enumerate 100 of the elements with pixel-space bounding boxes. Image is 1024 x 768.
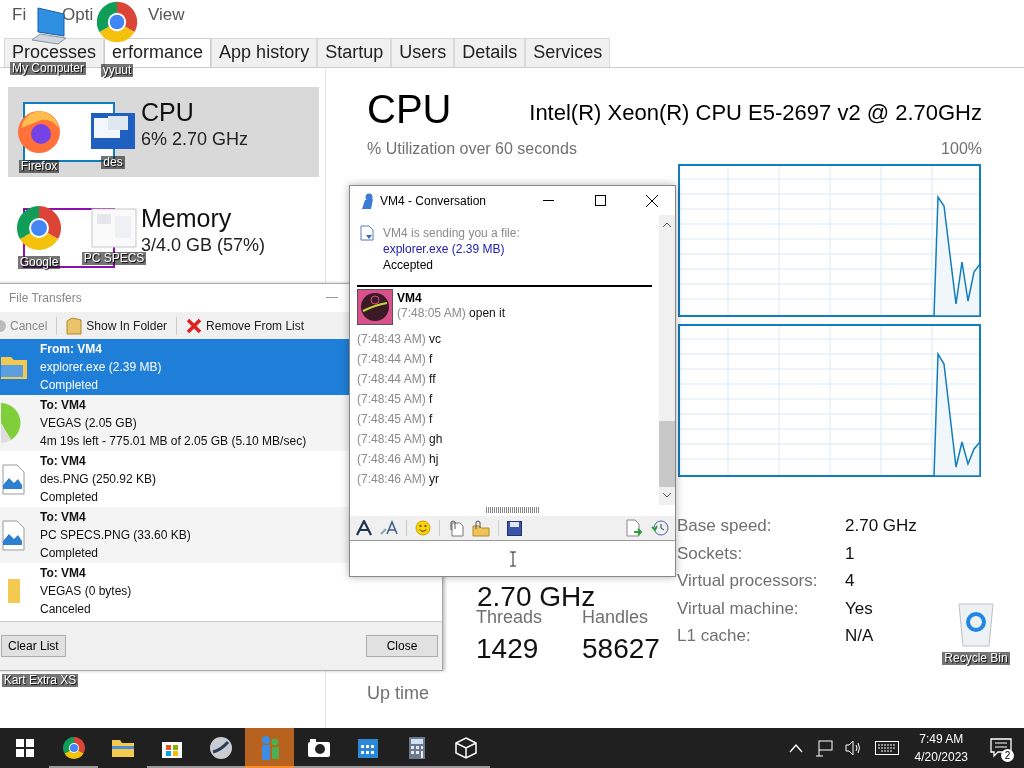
notification-icon[interactable] bbox=[990, 738, 1012, 758]
image-file-icon bbox=[1, 463, 27, 495]
transfer-item[interactable]: To: VM4 VEGAS (2.05 GB) 4m 19s left - 775.01 MB of 2.05 GB (5.10 MB/sec) bbox=[0, 395, 349, 451]
file-notice: VM4 is sending you a file: bbox=[383, 225, 520, 241]
cube-icon bbox=[453, 736, 478, 760]
firefox-icon[interactable] bbox=[15, 108, 63, 156]
transfer-direction: To: VM4 bbox=[40, 509, 87, 525]
paperclip-folder-icon[interactable] bbox=[472, 519, 490, 537]
file-icon bbox=[360, 225, 374, 241]
notification-count: 2 bbox=[1001, 749, 1014, 762]
chat-message: (7:48:45 AM) f bbox=[357, 391, 434, 408]
chat-message: (7:48:46 AM) hj bbox=[357, 451, 440, 468]
transfer-status: 4m 19s left - 775.01 MB of 2.05 GB (5.10 MB/sec) bbox=[40, 433, 307, 449]
history-clock-icon[interactable] bbox=[651, 519, 669, 537]
send-document-icon[interactable] bbox=[625, 519, 643, 537]
maximize-icon bbox=[594, 195, 606, 206]
processor-model: Intel(R) Xeon(R) CPU E5-2697 v2 @ 2.70GHz bbox=[529, 100, 982, 127]
smiley-icon[interactable] bbox=[415, 520, 431, 536]
menu-item[interactable]: View bbox=[148, 5, 185, 25]
toolbar-button[interactable]: Show In Folder bbox=[63, 314, 171, 337]
scrollbar[interactable] bbox=[659, 215, 675, 505]
file-link[interactable]: explorer.exe (2.39 MB) bbox=[383, 241, 520, 257]
show-hidden-icons-icon[interactable] bbox=[788, 743, 803, 753]
spec-value: 2.70 GHz bbox=[845, 515, 917, 537]
spec-value: 4 bbox=[845, 570, 856, 592]
desktop-icon-label[interactable]: yyuut bbox=[100, 64, 134, 77]
font-icon[interactable] bbox=[356, 520, 372, 536]
transfer-item[interactable]: From: VM4 explorer.exe (2.39 MB) Completed bbox=[0, 339, 349, 395]
menu-item[interactable]: Opti bbox=[62, 5, 94, 25]
file-name: explorer.exe (2.39 MB) bbox=[40, 359, 162, 375]
paperclip-document-icon[interactable] bbox=[448, 519, 464, 537]
resource-title: CPU bbox=[367, 86, 452, 132]
tab[interactable]: erformance bbox=[104, 38, 212, 67]
file-name: PC SPECS.PNG (33.60 KB) bbox=[40, 527, 191, 543]
dialog-button[interactable]: Close bbox=[366, 635, 438, 657]
chrome-icon[interactable] bbox=[95, 0, 139, 44]
folder-icon bbox=[66, 316, 83, 335]
tab[interactable]: Startup bbox=[317, 38, 392, 67]
resource-item[interactable]: CPU 6% 2.70 GHz bbox=[141, 98, 249, 162]
spec-label: L1 cache: bbox=[677, 625, 752, 647]
clock[interactable]: 7:49 AM 4/20/2023 bbox=[904, 728, 978, 768]
window-title: File Transfers bbox=[9, 291, 82, 305]
toolbar-button[interactable]: Remove From List bbox=[183, 315, 308, 336]
screenshot-thumbnail-icon[interactable] bbox=[90, 112, 136, 152]
chat-message: (7:48:43 AM) vc bbox=[357, 331, 443, 348]
graph-max-label: 100% bbox=[941, 140, 982, 158]
scrollbar-thumb[interactable] bbox=[659, 421, 675, 487]
tab[interactable]: App history bbox=[211, 38, 318, 67]
transfer-direction: To: VM4 bbox=[40, 565, 87, 581]
windows-logo-icon bbox=[15, 739, 34, 757]
spec-value: 1 bbox=[845, 542, 856, 565]
document-thumbnail-icon[interactable] bbox=[91, 208, 137, 248]
text-cursor-icon bbox=[508, 550, 517, 567]
resource-name: CPU bbox=[141, 98, 195, 127]
tab[interactable]: Users bbox=[391, 38, 455, 67]
cancel-icon bbox=[0, 318, 6, 333]
transfer-direction: To: VM4 bbox=[40, 397, 87, 413]
uptime-label: Up time bbox=[367, 683, 430, 704]
transfer-direction: To: VM4 bbox=[40, 453, 87, 469]
transfer-status: Canceled bbox=[40, 601, 92, 617]
chat-message: (7:48:44 AM) ff bbox=[357, 371, 437, 388]
transfer-status: Completed bbox=[40, 489, 100, 505]
desktop-icon-label[interactable]: Kart Extra XS bbox=[1, 674, 79, 687]
scroll-up-icon bbox=[662, 221, 672, 229]
tab[interactable]: Services bbox=[525, 38, 611, 67]
chat-message: (7:48:44 AM) f bbox=[357, 351, 434, 368]
chat-message: (7:48:05 AM) open it bbox=[397, 306, 506, 321]
network-icon[interactable] bbox=[814, 739, 833, 757]
folder-icon bbox=[110, 738, 135, 758]
file-name: des.PNG (250.92 KB) bbox=[40, 471, 157, 487]
resource-detail: 6% 2.70 GHz bbox=[141, 129, 249, 150]
avatar bbox=[357, 289, 393, 325]
keyboard-icon[interactable] bbox=[874, 741, 899, 755]
desktop-icon-label[interactable]: Firefox bbox=[18, 160, 60, 173]
counter-label: Handles bbox=[582, 606, 650, 629]
image-file-icon bbox=[1, 519, 27, 551]
chrome-icon[interactable] bbox=[15, 204, 63, 252]
menu-item[interactable]: Fi bbox=[12, 5, 27, 25]
transfer-status: Completed bbox=[40, 377, 100, 393]
resize-grip[interactable] bbox=[485, 507, 540, 513]
file-name: VEGAS (0 bytes) bbox=[40, 583, 132, 599]
desktop-icon-label[interactable]: Recycle Bin bbox=[942, 652, 1010, 665]
remove-icon bbox=[186, 317, 203, 334]
volume-icon[interactable] bbox=[844, 740, 863, 756]
transfer-item[interactable]: To: VM4 PC SPECS.PNG (33.60 KB) Completed bbox=[0, 507, 349, 563]
spec-value: Yes bbox=[845, 597, 874, 620]
file-name: VEGAS (2.05 GB) bbox=[40, 415, 138, 431]
steam-icon bbox=[208, 736, 233, 760]
font-color-icon[interactable] bbox=[380, 520, 398, 536]
calculator-icon bbox=[407, 736, 426, 760]
camera-icon bbox=[306, 738, 331, 758]
sender-name: VM4 bbox=[397, 291, 423, 306]
dialog-button[interactable]: Clear List bbox=[1, 635, 66, 657]
transfer-status: Accepted bbox=[383, 257, 435, 273]
tab[interactable]: Details bbox=[454, 38, 526, 67]
close-icon bbox=[646, 194, 658, 207]
desktop-icon-label[interactable]: des bbox=[101, 156, 125, 169]
recycle-bin-icon[interactable] bbox=[956, 600, 996, 648]
chat-message: (7:48:45 AM) f bbox=[357, 411, 434, 428]
desktop-icon-label[interactable]: My Computer bbox=[10, 62, 86, 75]
